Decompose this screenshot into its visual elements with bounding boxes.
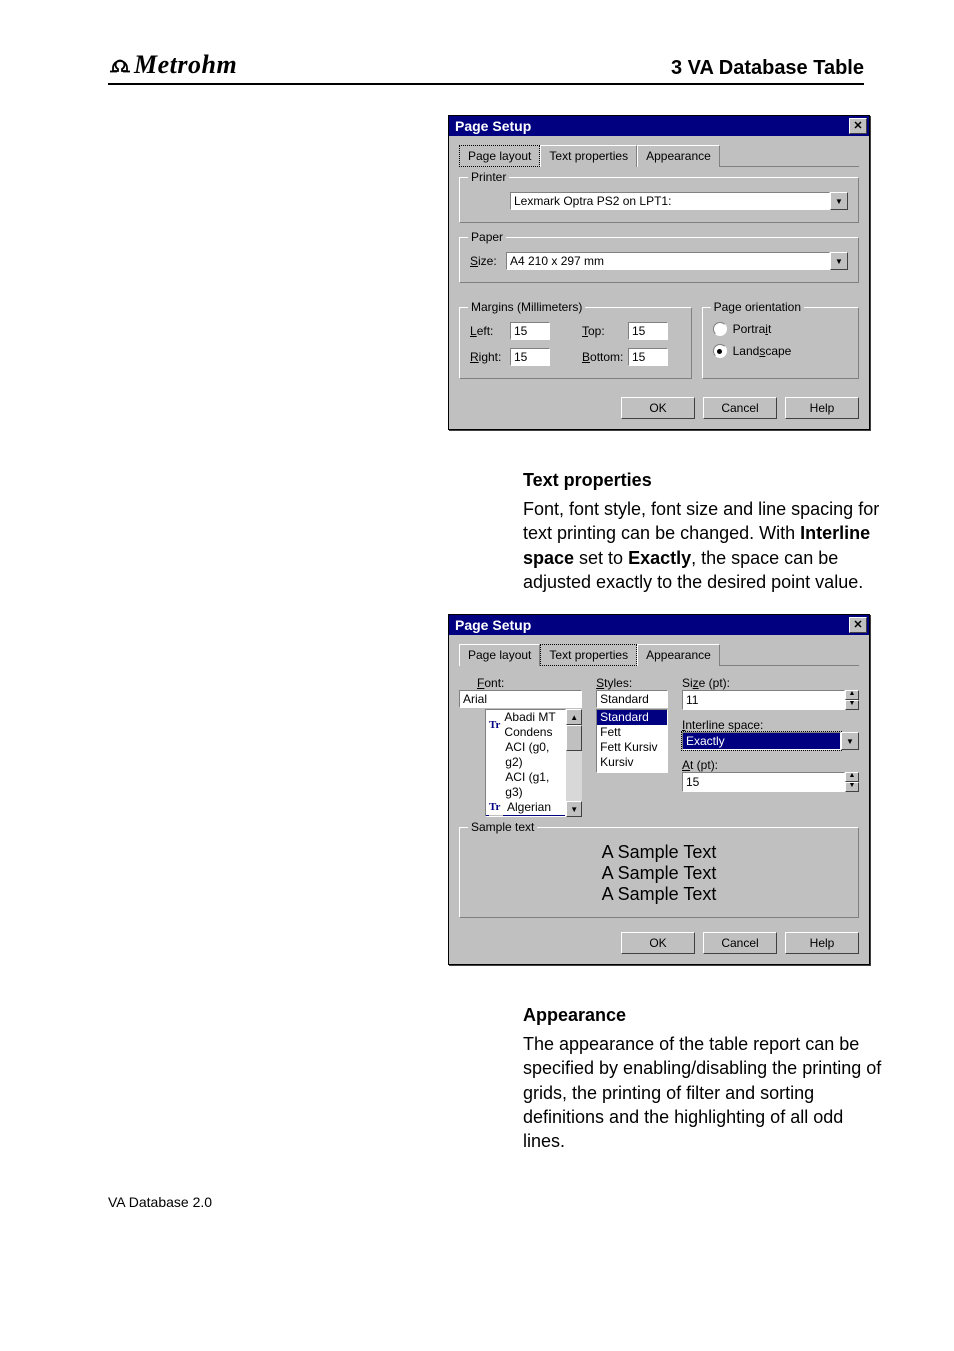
margins-group: Margins (Millimeters) Left: Top: Right: … <box>459 307 692 379</box>
spin-up-icon: ▲ <box>845 772 859 782</box>
tab-page-layout[interactable]: Page layout <box>459 644 540 666</box>
truetype-icon: Tr <box>489 800 503 815</box>
close-icon[interactable]: ✕ <box>849 617 867 633</box>
at-spinner[interactable]: ▲ ▼ <box>845 772 859 792</box>
printer-select[interactable]: Lexmark Optra PS2 on LPT1: <box>510 192 830 210</box>
spin-down-icon: ▼ <box>845 782 859 792</box>
at-input[interactable] <box>682 772 845 792</box>
interline-select[interactable]: Exactly <box>682 732 841 750</box>
spin-down-icon: ▼ <box>845 700 859 710</box>
truetype-icon: Tr <box>489 718 500 733</box>
scroll-down-icon[interactable]: ▼ <box>566 801 582 817</box>
help-button[interactable]: Help <box>785 932 859 954</box>
margin-top-input[interactable] <box>628 322 668 340</box>
titlebar[interactable]: Page Setup ✕ <box>449 615 869 635</box>
page-footer: VA Database 2.0 <box>108 1194 864 1210</box>
sample-text-line: A Sample Text <box>470 842 848 863</box>
size-spinner[interactable]: ▲ ▼ <box>845 690 859 710</box>
radio-landscape[interactable]: Landscape <box>713 344 792 358</box>
tab-text-properties[interactable]: Text properties <box>540 644 637 666</box>
dialog-title: Page Setup <box>455 617 531 633</box>
orientation-group: Page orientation Portrait Landscape <box>702 307 859 379</box>
font-input[interactable] <box>459 690 582 708</box>
dropdown-icon[interactable]: ▼ <box>841 732 859 750</box>
close-icon[interactable]: ✕ <box>849 118 867 134</box>
scroll-thumb[interactable] <box>566 725 582 751</box>
page-setup-dialog-2: Page Setup ✕ Page layout Text properties… <box>448 614 870 965</box>
brand-name: Metrohm <box>134 50 237 80</box>
margin-bottom-input[interactable] <box>628 348 668 366</box>
titlebar[interactable]: Page Setup ✕ <box>449 116 869 136</box>
dropdown-icon[interactable]: ▼ <box>830 192 848 210</box>
truetype-icon: Tr <box>489 815 503 817</box>
tab-appearance[interactable]: Appearance <box>637 644 720 666</box>
size-input[interactable] <box>682 690 845 710</box>
scroll-up-icon[interactable]: ▲ <box>566 709 582 725</box>
section-title: 3 VA Database Table <box>671 57 864 80</box>
paper-size-select[interactable]: A4 210 x 297 mm <box>506 252 830 270</box>
dialog-title: Page Setup <box>455 118 531 134</box>
tab-page-layout[interactable]: Page layout <box>459 145 540 167</box>
styles-listbox[interactable]: Standard Fett Fett Kursiv Kursiv <box>596 709 668 773</box>
paragraph-text-properties: Font, font style, font size and line spa… <box>523 497 883 594</box>
help-button[interactable]: Help <box>785 397 859 419</box>
margin-right-input[interactable] <box>510 348 550 366</box>
styles-input[interactable] <box>596 690 668 708</box>
sample-text-group: Sample text A Sample Text A Sample Text … <box>459 827 859 918</box>
page-setup-dialog-1: Page Setup ✕ Page layout Text properties… <box>448 115 870 430</box>
tabs: Page layout Text properties Appearance <box>459 144 859 167</box>
tab-text-properties[interactable]: Text properties <box>540 145 637 167</box>
tab-appearance[interactable]: Appearance <box>637 145 720 167</box>
dropdown-icon[interactable]: ▼ <box>830 252 848 270</box>
printer-group: Printer Lexmark Optra PS2 on LPT1: ▼ <box>459 177 859 223</box>
ok-button[interactable]: OK <box>621 932 695 954</box>
spin-up-icon: ▲ <box>845 690 859 700</box>
paragraph-appearance: The appearance of the table report can b… <box>523 1032 883 1153</box>
ok-button[interactable]: OK <box>621 397 695 419</box>
brand-logo: Metrohm <box>108 50 237 80</box>
page-header: Metrohm 3 VA Database Table <box>108 50 864 85</box>
text-properties-heading: Text properties <box>523 470 864 491</box>
omega-icon <box>108 50 132 80</box>
tabs: Page layout Text properties Appearance <box>459 643 859 666</box>
paper-group: Paper Size: A4 210 x 297 mm ▼ <box>459 237 859 283</box>
cancel-button[interactable]: Cancel <box>703 397 777 419</box>
scrollbar[interactable]: ▲ ▼ <box>566 709 582 817</box>
font-listbox[interactable]: TrAbadi MT Condens TrACI (g0, g2) TrACI … <box>485 709 566 817</box>
appearance-heading: Appearance <box>523 1005 864 1026</box>
cancel-button[interactable]: Cancel <box>703 932 777 954</box>
radio-portrait[interactable]: Portrait <box>713 322 772 336</box>
margin-left-input[interactable] <box>510 322 550 340</box>
